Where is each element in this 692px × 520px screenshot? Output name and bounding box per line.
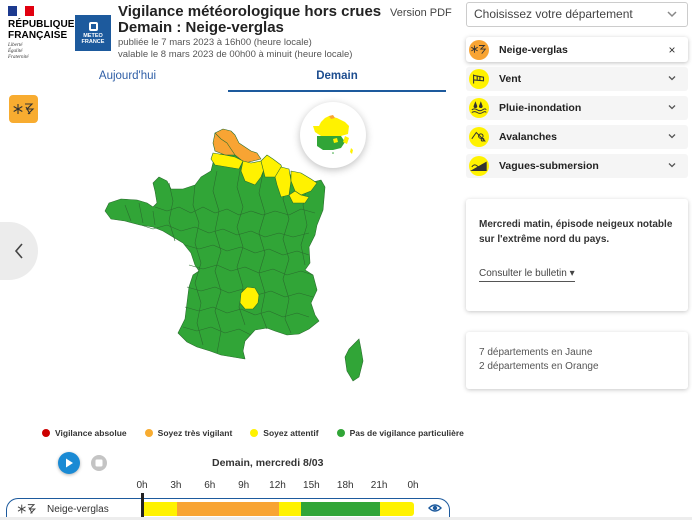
timeline-segment-yellow[interactable] (143, 502, 177, 516)
hour-tick-label: 18h (336, 480, 354, 491)
previous-button[interactable] (0, 222, 38, 280)
play-button[interactable] (58, 452, 80, 474)
bulletin-summary: Mercredi matin, épisode neigeux notable … (479, 219, 673, 245)
hour-tick-label: 12h (269, 480, 286, 491)
phenomenon-row-neige-verglas[interactable]: Neige-verglas × (466, 37, 688, 62)
timeline-cursor[interactable] (141, 493, 144, 520)
timeline-segment-green[interactable] (301, 502, 381, 516)
hour-tick-label: 9h (238, 480, 250, 491)
tab-tomorrow[interactable]: Demain (228, 70, 446, 92)
chevron-down-icon[interactable] (662, 101, 682, 115)
close-icon[interactable]: × (662, 43, 682, 57)
meteo-france-logo: METEO FRANCE (75, 15, 111, 51)
timeline-day-label: Demain, mercredi 8/03 (212, 457, 324, 469)
phenomenon-label: Vagues-submersion (499, 160, 599, 172)
page-title-line-2: Demain : Neige-verglas (118, 19, 284, 36)
stop-button[interactable] (91, 455, 107, 471)
legend-dot-yellow (250, 429, 259, 437)
legend-label-yellow: Soyez attentif (263, 428, 319, 438)
legend-item-green: Pas de vigilance particulière (336, 428, 464, 438)
snow-ice-icon (12, 103, 34, 115)
legend-dot-green (336, 429, 345, 437)
phenomenon-row-avalanches[interactable]: Avalanches (466, 125, 688, 149)
count-orange: 2 départements en Orange (479, 361, 599, 372)
chevron-down-icon[interactable] (662, 159, 682, 173)
hour-tick-label: 21h (370, 480, 388, 491)
legend-dot-red (42, 429, 50, 437)
legend-label-orange: Soyez très vigilant (157, 428, 233, 438)
chevron-down-icon (667, 11, 677, 18)
chevron-down-icon[interactable] (662, 72, 682, 86)
play-icon (66, 458, 73, 468)
french-flag-icon (8, 6, 35, 16)
tab-today[interactable]: Aujourd'hui (30, 70, 225, 92)
pdf-version-link[interactable]: Version PDF (390, 7, 452, 19)
snow-ice-icon (17, 504, 37, 514)
meteo-logo-line-2: FRANCE (81, 38, 105, 45)
selected-phenomenon-badge (9, 95, 38, 123)
department-select-placeholder: Choisissez votre département (474, 7, 633, 21)
mini-map-overview[interactable] (300, 102, 366, 168)
timeline-bar[interactable] (143, 502, 414, 516)
hour-tick-label: 15h (303, 480, 320, 491)
count-yellow: 7 départements en Jaune (479, 347, 593, 358)
legend-item-orange: Soyez très vigilant (144, 428, 233, 438)
bulletin-card: Mercredi matin, épisode neigeux notable … (466, 199, 688, 311)
department-select[interactable]: Choisissez votre département (466, 2, 688, 27)
published-date: publiée le 7 mars 2023 à 16h00 (heure lo… (118, 37, 312, 48)
eye-icon[interactable] (428, 503, 442, 513)
legend-item-yellow: Soyez attentif (250, 428, 319, 438)
legend-label-red: Vigilance absolue (55, 428, 127, 438)
phenomenon-label: Avalanches (499, 131, 557, 143)
hour-tick-label: 0h (407, 480, 419, 491)
meteo-logo-line-1: METEO (83, 32, 103, 39)
meteo-france-glyph-icon (88, 21, 98, 31)
snow-ice-icon (469, 39, 489, 60)
mini-france-map-icon (313, 115, 353, 154)
map-region-corsica[interactable] (344, 338, 364, 382)
page-title-line-1: Vigilance météorologique hors crues (118, 3, 382, 20)
timeline-segment-yellow[interactable] (278, 502, 302, 516)
phenomenon-row-vent[interactable]: Vent (466, 67, 688, 91)
phenomenon-label: Vent (499, 73, 522, 85)
validity-date: valable le 8 mars 2023 de 00h00 à minuit… (118, 49, 353, 60)
map-legend: Vigilance absolue Soyez très vigilant So… (42, 428, 464, 438)
chevron-down-icon[interactable] (662, 130, 682, 144)
phenomenon-label: Pluie-inondation (499, 102, 582, 114)
consult-bulletin-link[interactable]: Consulter le bulletin ▾ (479, 268, 575, 282)
timeline-segment-yellow[interactable] (380, 502, 414, 516)
timeline-label: Neige-verglas (47, 504, 109, 515)
phenomenon-row-vagues-submersion[interactable]: Vagues-submersion (466, 154, 688, 178)
phenomenon-row-pluie-inondation[interactable]: Pluie-inondation (466, 96, 688, 120)
legend-item-red: Vigilance absolue (42, 428, 127, 438)
department-counts-card: 7 départements en Jaune 2 départements e… (466, 332, 688, 389)
legend-label-green: Pas de vigilance particulière (349, 428, 464, 438)
stop-icon (95, 459, 103, 467)
page-title: Vigilance météorologique hors crues Dema… (118, 4, 381, 36)
chevron-left-icon (14, 243, 23, 259)
republique-francaise-logo: RÉPUBLIQUE FRANÇAISE Liberté Égalité Fra… (8, 6, 75, 61)
republic-line-1: RÉPUBLIQUE (8, 19, 75, 30)
legend-dot-orange (144, 429, 153, 437)
waves-icon (469, 156, 489, 176)
hour-tick-label: 0h (136, 480, 148, 491)
hour-tick-label: 3h (170, 480, 182, 491)
avalanche-icon (469, 127, 489, 147)
wind-icon (469, 69, 489, 89)
hour-tick-label: 6h (204, 480, 216, 491)
phenomenon-label: Neige-verglas (499, 43, 568, 56)
timeline-segment-orange[interactable] (176, 502, 279, 516)
republic-line-2: FRANÇAISE (8, 30, 68, 41)
rain-flood-icon (469, 98, 489, 118)
motto-line-3: Fraternité (8, 55, 29, 60)
